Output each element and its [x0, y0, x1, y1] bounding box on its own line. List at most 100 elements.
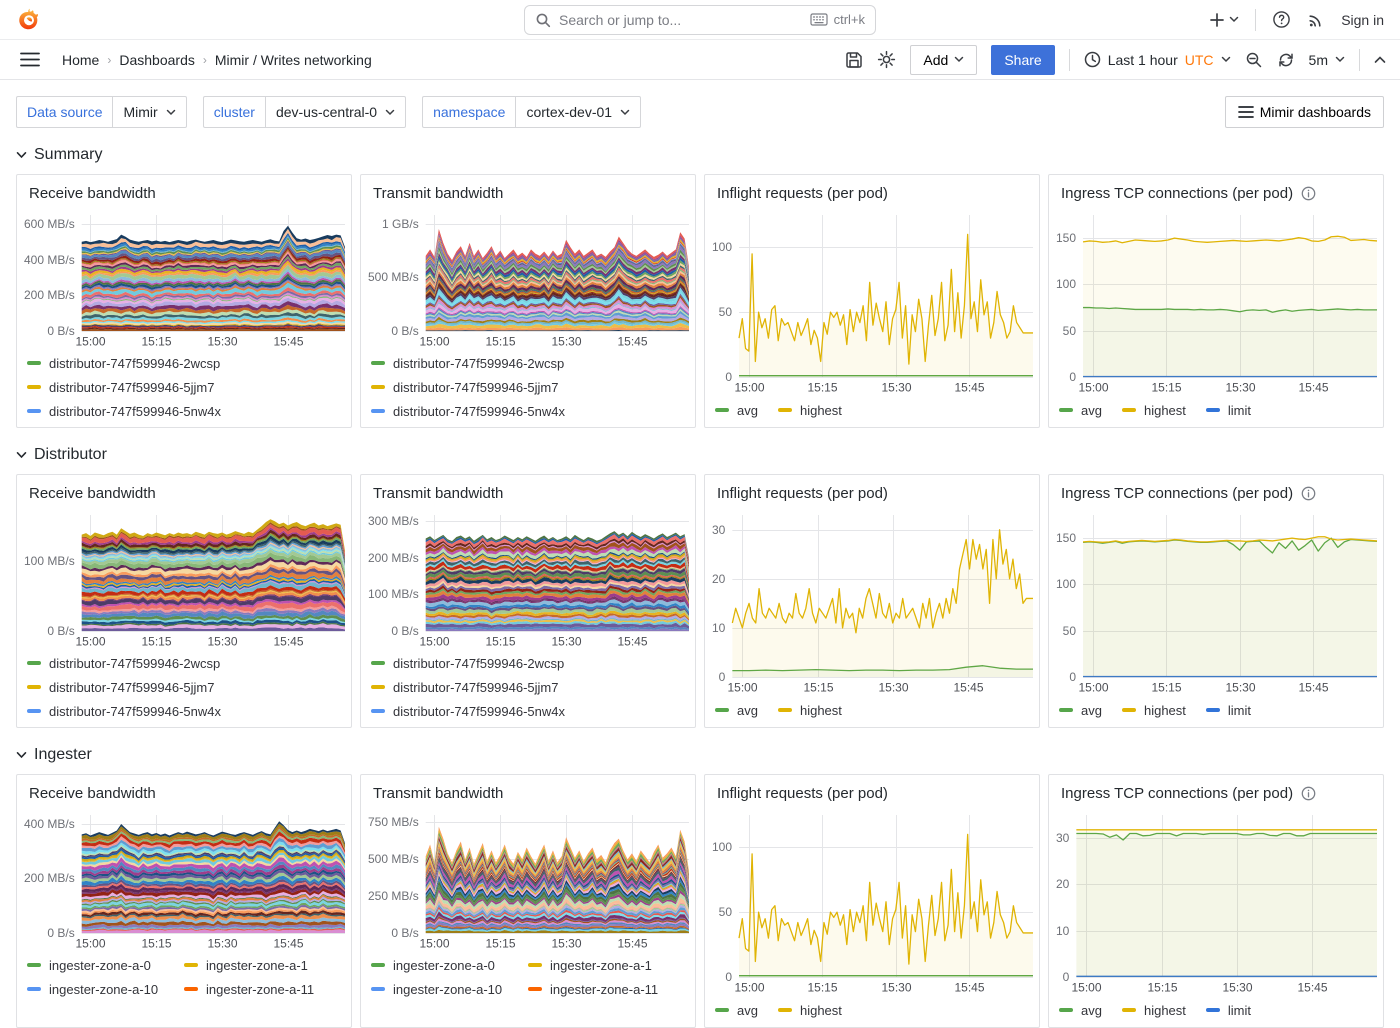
add-panel-button[interactable]: Add [910, 44, 978, 75]
legend-label: distributor-747f599946-5nw4x [393, 403, 565, 419]
panel-title[interactable]: Ingress TCP connections (per pod) [1061, 185, 1293, 202]
legend-item[interactable]: ingester-zone-a-1 [528, 953, 685, 977]
legend-item[interactable]: distributor-747f599946-5nw4x [27, 699, 341, 723]
legend-item[interactable]: limit [1205, 398, 1251, 422]
time-range-picker[interactable]: Last 1 hour UTC [1084, 51, 1231, 68]
variables-bar: Data source Mimir cluster dev-us-central-0 n… [0, 80, 1400, 128]
legend-label: limit [1227, 1002, 1251, 1018]
legend-item[interactable]: distributor-747f599946-5jjm7 [27, 675, 341, 699]
legend-item[interactable]: highest [777, 398, 842, 422]
breadcrumb-home[interactable]: Home [62, 52, 99, 68]
panel-title[interactable]: Ingress TCP connections (per pod) [1061, 785, 1293, 802]
info-icon[interactable] [1301, 186, 1316, 201]
news-feed-icon[interactable] [1307, 11, 1325, 29]
chart-canvas[interactable] [361, 807, 695, 953]
legend-item[interactable]: highest [1121, 398, 1186, 422]
legend-item[interactable]: limit [1205, 998, 1251, 1022]
legend-item[interactable]: ingester-zone-a-11 [184, 977, 341, 1001]
breadcrumb-dashboards[interactable]: Dashboards [119, 52, 195, 68]
panel-title[interactable]: Receive bandwidth [29, 485, 156, 502]
legend-item[interactable]: distributor-747f599946-2wcsp [371, 651, 685, 675]
refresh-icon[interactable] [1277, 51, 1295, 69]
timezone-label: UTC [1184, 51, 1214, 68]
variable-value-dropdown[interactable]: Mimir [112, 96, 187, 128]
legend-item[interactable]: ingester-zone-a-0 [371, 953, 528, 977]
row-header-summary[interactable]: Summary [16, 140, 102, 170]
chevron-right-icon: › [107, 52, 112, 67]
chevron-down-icon [166, 109, 175, 115]
panel-title[interactable]: Ingress TCP connections (per pod) [1061, 485, 1293, 502]
legend-item[interactable]: ingester-zone-a-10 [371, 977, 528, 1001]
dashboard-settings-icon[interactable] [877, 50, 896, 69]
legend-item[interactable]: distributor-747f599946-5jjm7 [371, 675, 685, 699]
chart-canvas[interactable] [705, 807, 1039, 997]
panel-title[interactable]: Inflight requests (per pod) [717, 185, 888, 202]
variable-value-dropdown[interactable]: cortex-dev-01 [515, 96, 642, 128]
info-icon[interactable] [1301, 486, 1316, 501]
legend-item[interactable]: ingester-zone-a-10 [27, 977, 184, 1001]
legend-item[interactable]: avg [1059, 398, 1102, 422]
legend-item[interactable]: ingester-zone-a-1 [184, 953, 341, 977]
chart-canvas[interactable] [1049, 507, 1383, 697]
legend-item[interactable]: avg [1059, 698, 1102, 722]
legend-swatch [715, 708, 729, 712]
chart-canvas[interactable] [17, 507, 351, 651]
grafana-logo[interactable] [16, 7, 42, 33]
panel-title[interactable]: Inflight requests (per pod) [717, 785, 888, 802]
legend-item[interactable]: avg [715, 698, 758, 722]
help-icon[interactable] [1272, 10, 1291, 29]
panel-title[interactable]: Transmit bandwidth [373, 185, 503, 202]
chart-canvas[interactable] [361, 207, 695, 351]
legend-item[interactable]: ingester-zone-a-0 [27, 953, 184, 977]
legend-item[interactable]: highest [1121, 698, 1186, 722]
save-dashboard-icon[interactable] [845, 51, 863, 69]
legend-item[interactable]: distributor-747f599946-5nw4x [371, 399, 685, 423]
chart-canvas[interactable] [705, 507, 1039, 697]
row-header-distributor[interactable]: Distributor [16, 440, 107, 470]
sign-in-button[interactable]: Sign in [1341, 12, 1384, 28]
legend-item[interactable]: avg [1059, 998, 1102, 1022]
legend-item[interactable]: ingester-zone-a-11 [528, 977, 685, 1001]
legend-item[interactable]: distributor-747f599946-2wcsp [27, 351, 341, 375]
legend-item[interactable]: avg [715, 998, 758, 1022]
legend-item[interactable]: distributor-747f599946-5nw4x [371, 699, 685, 723]
add-menu-icon[interactable] [1209, 12, 1239, 28]
panel-ingress-tcp-connections-per-pod-: Ingress TCP connections (per pod) avg high… [1048, 774, 1384, 1028]
zoom-out-time-icon[interactable] [1245, 51, 1263, 69]
legend-item[interactable]: limit [1205, 698, 1251, 722]
share-button[interactable]: Share [991, 44, 1055, 75]
legend-item[interactable]: highest [777, 698, 842, 722]
info-icon[interactable] [1301, 786, 1316, 801]
mimir-dashboards-button[interactable]: Mimir dashboards [1224, 96, 1384, 128]
panel-title[interactable]: Receive bandwidth [29, 785, 156, 802]
legend-item[interactable]: highest [777, 998, 842, 1022]
legend-item[interactable]: distributor-747f599946-5nw4x [27, 399, 341, 423]
chart-canvas[interactable] [17, 207, 351, 351]
panel-title[interactable]: Transmit bandwidth [373, 485, 503, 502]
legend-label: distributor-747f599946-2wcsp [393, 355, 565, 371]
legend-item[interactable]: distributor-747f599946-2wcsp [371, 351, 685, 375]
chart-canvas[interactable] [361, 507, 695, 651]
panel-title[interactable]: Inflight requests (per pod) [717, 485, 888, 502]
panel-title[interactable]: Receive bandwidth [29, 185, 156, 202]
legend-item[interactable]: avg [715, 398, 758, 422]
chart-canvas[interactable] [17, 807, 351, 953]
chart-canvas[interactable] [705, 207, 1039, 397]
legend-item[interactable]: highest [1121, 998, 1186, 1022]
panel-title[interactable]: Transmit bandwidth [373, 785, 503, 802]
dashboard-toolbar: Home › Dashboards › Mimir / Writes netwo… [0, 40, 1400, 80]
legend-item[interactable]: distributor-747f599946-5jjm7 [27, 375, 341, 399]
legend-label: highest [799, 1002, 842, 1018]
refresh-interval-picker[interactable]: 5m [1309, 52, 1345, 68]
panel-header: Receive bandwidth [17, 775, 351, 807]
chart-canvas[interactable] [1049, 207, 1383, 397]
search-input[interactable]: Search or jump to... ctrl+k [524, 4, 876, 35]
menu-icon[interactable] [14, 52, 46, 67]
row-header-ingester[interactable]: Ingester [16, 740, 92, 770]
collapse-toolbar-icon[interactable] [1374, 55, 1386, 64]
legend-item[interactable]: distributor-747f599946-5jjm7 [371, 375, 685, 399]
chart-canvas[interactable] [1049, 807, 1383, 997]
legend-item[interactable]: distributor-747f599946-2wcsp [27, 651, 341, 675]
variable-value-dropdown[interactable]: dev-us-central-0 [264, 96, 407, 128]
legend-label: ingester-zone-a-0 [393, 957, 495, 973]
